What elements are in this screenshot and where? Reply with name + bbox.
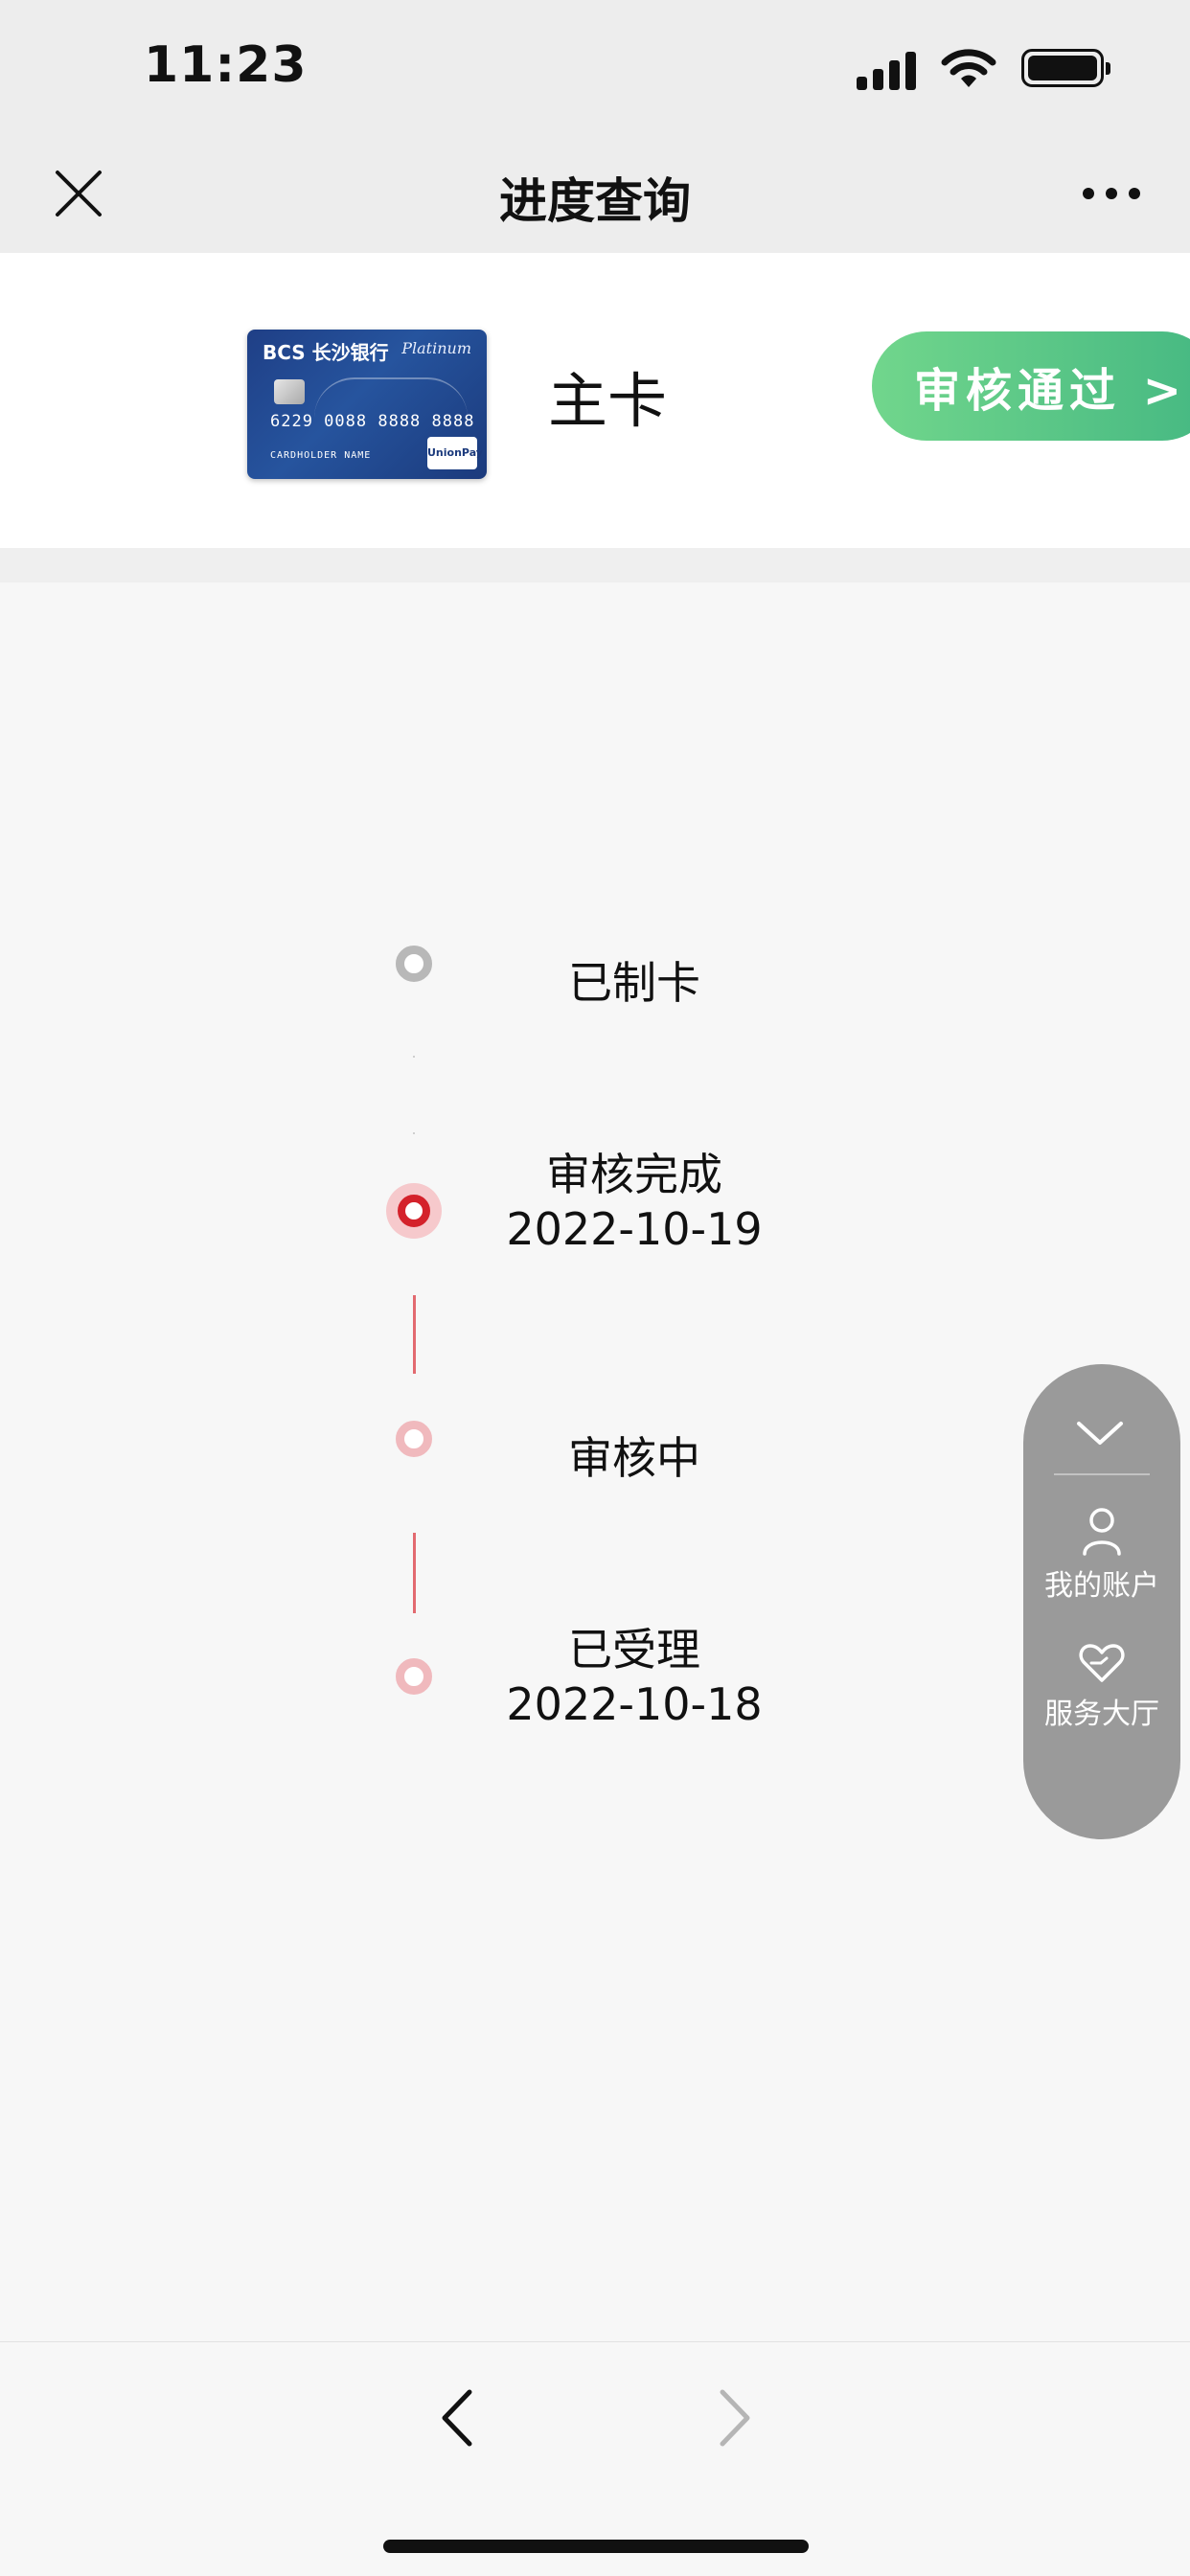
section-divider [0, 548, 1190, 582]
my-account-button[interactable]: 我的账户 [1023, 1506, 1180, 1604]
timeline-dot-done [396, 1421, 432, 1457]
timeline-connector [413, 1056, 415, 1058]
card-tier: Platinum [401, 339, 471, 357]
more-icon[interactable] [1083, 184, 1140, 203]
card-bank-logo: BCS 长沙银行 [263, 341, 389, 364]
chevron-down-icon[interactable] [1071, 1414, 1129, 1452]
floating-service-panel: 我的账户 服务大厅 [1023, 1364, 1180, 1839]
home-indicator[interactable] [383, 2540, 809, 2553]
service-hall-label: 服务大厅 [1044, 1698, 1159, 1731]
approval-status-button[interactable]: 审核通过 > [872, 331, 1190, 441]
wifi-icon [941, 49, 996, 87]
nav-bar: 进度查询 [0, 134, 1190, 253]
timeline-connector [413, 1132, 415, 1134]
timeline-dot-current [386, 1183, 442, 1239]
timeline-step-label: 审核中 [568, 1432, 700, 1484]
status-bar: 11:23 [0, 0, 1190, 134]
timeline-step-date: 2022-10-18 [506, 1678, 763, 1730]
status-time: 11:23 [144, 36, 308, 94]
cellular-signal-icon [857, 46, 916, 90]
chevron-left-icon[interactable] [429, 2384, 487, 2451]
credit-card-image: BCS 长沙银行 Platinum 6229 0088 8888 8888 CA… [247, 330, 487, 479]
timeline-dot-current-inner [398, 1195, 430, 1227]
card-number: 6229 0088 8888 8888 [270, 412, 475, 431]
status-icons [857, 46, 1110, 90]
service-hall-button[interactable]: 服务大厅 [1023, 1642, 1180, 1732]
bottom-toolbar [0, 2341, 1190, 2576]
timeline-dot-inactive [396, 946, 432, 982]
my-account-label: 我的账户 [1044, 1569, 1159, 1603]
heart-hand-icon [1079, 1644, 1125, 1682]
chevron-right-icon[interactable] [705, 2384, 763, 2451]
person-icon [1083, 1508, 1121, 1556]
timeline-connector [413, 1533, 416, 1613]
unionpay-logo: UnionPay [427, 437, 483, 469]
timeline-step-label: 已制卡 [568, 957, 700, 1009]
card-header: BCS 长沙银行 Platinum 6229 0088 8888 8888 CA… [0, 253, 1190, 548]
timeline-step-label: 审核完成 [546, 1149, 722, 1200]
card-chip-icon [274, 379, 305, 404]
battery-icon [1021, 49, 1110, 87]
card-type-label: 主卡 [548, 366, 668, 436]
page-title: 进度查询 [499, 173, 691, 229]
card-holder-name: CARDHOLDER NAME [270, 450, 372, 461]
timeline-connector [413, 1295, 416, 1374]
timeline-step-date: 2022-10-19 [506, 1203, 763, 1255]
timeline-dot-done [396, 1658, 432, 1695]
timeline-step-label: 已受理 [568, 1624, 700, 1676]
panel-divider [1054, 1473, 1150, 1475]
